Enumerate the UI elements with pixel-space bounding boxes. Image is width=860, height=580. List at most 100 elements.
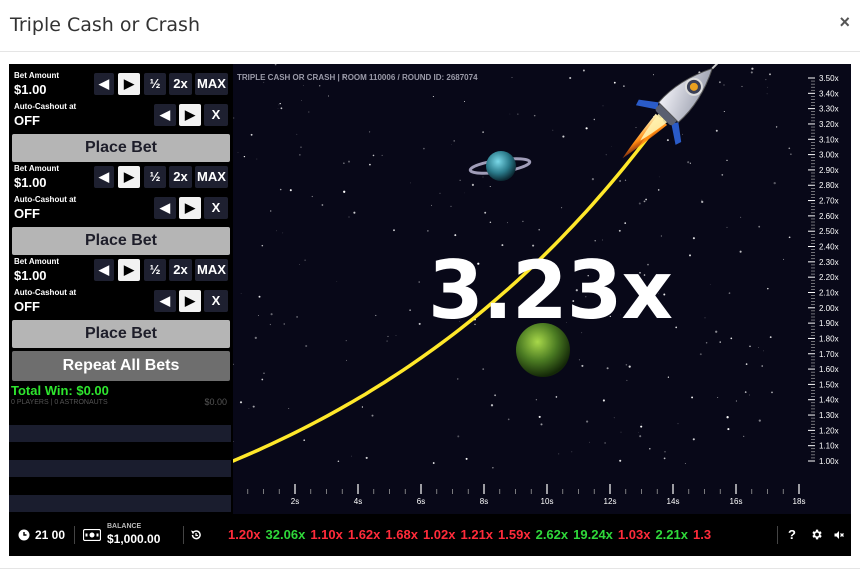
history-multiplier: 2.21x: [655, 527, 688, 542]
y-tick-label: 3.50x: [819, 74, 839, 83]
y-tick-label: 1.60x: [819, 365, 839, 374]
y-tick-label: 2.90x: [819, 166, 839, 175]
auto-cashout-label: Auto-Cashout at: [14, 288, 77, 297]
auto-cashout-value: OFF: [14, 299, 40, 314]
auto-cashout-value: OFF: [14, 113, 40, 128]
x-axis: 2s 4s 6s 8s 10s 12s 14s 16s 18s: [247, 484, 805, 506]
history-multiplier: 1.03x: [617, 527, 651, 542]
room-label: TRIPLE CASH OR CRASH | ROOM 110006 / ROU…: [237, 73, 478, 82]
x-tick-label: 8s: [480, 497, 488, 506]
auto-cashout-row: Auto-Cashout at OFF ◀ ▶ X: [9, 286, 233, 316]
history-multiplier: 1.3: [693, 527, 712, 542]
place-bet-button[interactable]: Place Bet: [12, 320, 230, 348]
history-multiplier: 19.24x: [573, 527, 613, 542]
x-tick-label: 4s: [354, 497, 362, 506]
clear-cashout-button[interactable]: X: [204, 290, 228, 312]
bet-amount-row: Bet Amount $1.00 ◀ ▶ ½ 2x MAX: [9, 69, 233, 99]
history-multiplier: 1.59x: [498, 527, 531, 542]
double-bet-button[interactable]: 2x: [169, 73, 192, 95]
blue-planet: [486, 151, 516, 181]
player-slot: [9, 495, 231, 512]
y-tick-label: 1.80x: [819, 334, 839, 343]
y-tick-label: 1.40x: [819, 396, 839, 405]
y-tick-label: 2.00x: [819, 304, 839, 313]
modal-footer-divider: [0, 568, 860, 569]
bet-amount-label: Bet Amount: [14, 164, 60, 173]
y-tick-label: 1.30x: [819, 411, 839, 420]
history-multiplier: 1.10x: [310, 527, 343, 542]
bet-amount-value: $1.00: [14, 175, 47, 190]
gear-icon[interactable]: [810, 528, 823, 541]
modal-header: Triple Cash or Crash ×: [0, 0, 860, 52]
y-tick-label: 3.10x: [819, 135, 839, 144]
bet-amount-label: Bet Amount: [14, 71, 60, 80]
clear-cashout-button[interactable]: X: [204, 197, 228, 219]
decrease-bet-button[interactable]: ◀: [94, 166, 114, 188]
bet-amount-row: Bet Amount $1.00 ◀ ▶ ½ 2x MAX: [9, 255, 233, 285]
clock-time: 21 00: [35, 528, 66, 542]
half-bet-button[interactable]: ½: [144, 166, 166, 188]
divider: [777, 526, 778, 544]
y-tick-label: 3.20x: [819, 120, 839, 129]
place-bet-button[interactable]: Place Bet: [12, 134, 230, 162]
x-tick-label: 14s: [667, 497, 680, 506]
x-tick-label: 10s: [541, 497, 554, 506]
y-tick-label: 2.30x: [819, 258, 839, 267]
increase-bet-button[interactable]: ▶: [118, 166, 140, 188]
max-bet-button[interactable]: MAX: [195, 166, 228, 188]
clear-cashout-button[interactable]: X: [204, 104, 228, 126]
y-tick-label: 1.20x: [819, 426, 839, 435]
game-modal: Triple Cash or Crash × Bet Amount $1.00 …: [0, 0, 860, 580]
y-tick-label: 2.80x: [819, 181, 839, 190]
half-bet-button[interactable]: ½: [144, 259, 166, 281]
max-bet-button[interactable]: MAX: [195, 73, 228, 95]
auto-cashout-label: Auto-Cashout at: [14, 195, 77, 204]
place-bet-button[interactable]: Place Bet: [12, 227, 230, 255]
players-count: 0 PLAYERS | 0 ASTRONAUTS: [11, 399, 108, 406]
status-bar: 21 00 BALANCE $1,000.00 1.20x 32.06x 1.10x…: [9, 514, 851, 556]
mute-icon[interactable]: [833, 529, 845, 541]
balance-label: BALANCE: [107, 523, 142, 530]
auto-cashout-value: OFF: [14, 206, 40, 221]
player-slot: [9, 425, 231, 442]
rocket-icon: [622, 64, 730, 159]
history-multiplier: 32.06x: [265, 527, 306, 542]
increase-bet-button[interactable]: ▶: [118, 73, 140, 95]
y-tick-label: 2.70x: [819, 197, 839, 206]
x-tick-label: 12s: [604, 497, 617, 506]
bet-amount-value: $1.00: [14, 268, 47, 283]
bet-amount-label: Bet Amount: [14, 257, 60, 266]
y-tick-label: 1.90x: [819, 319, 839, 328]
increase-cashout-button[interactable]: ▶: [179, 197, 201, 219]
double-bet-button[interactable]: 2x: [169, 259, 192, 281]
y-tick-label: 2.50x: [819, 227, 839, 236]
y-tick-label: 3.00x: [819, 151, 839, 160]
increase-bet-button[interactable]: ▶: [118, 259, 140, 281]
increase-cashout-button[interactable]: ▶: [179, 104, 201, 126]
multiplier-history: 1.20x 32.06x 1.10x 1.62x 1.68x 1.02x 1.21x 1.59…: [228, 527, 760, 545]
auto-cashout-row: Auto-Cashout at OFF ◀ ▶ X: [9, 193, 233, 223]
history-multiplier: 1.02x: [422, 527, 456, 542]
history-multiplier: 1.20x: [228, 527, 261, 542]
y-tick-label: 1.50x: [819, 380, 839, 389]
current-multiplier: 3.23x: [428, 244, 673, 337]
half-bet-button[interactable]: ½: [144, 73, 166, 95]
y-tick-label: 1.10x: [819, 442, 839, 451]
history-multiplier: 1.21x: [460, 527, 494, 542]
decrease-bet-button[interactable]: ◀: [94, 73, 114, 95]
increase-cashout-button[interactable]: ▶: [179, 290, 201, 312]
player-slot: [9, 460, 231, 477]
help-button[interactable]: ?: [788, 527, 796, 542]
max-bet-button[interactable]: MAX: [195, 259, 228, 281]
x-tick-label: 16s: [730, 497, 743, 506]
decrease-bet-button[interactable]: ◀: [94, 259, 114, 281]
total-win: Total Win: $0.00: [11, 383, 109, 398]
y-tick-label: 3.30x: [819, 105, 839, 114]
decrease-cashout-button[interactable]: ◀: [154, 104, 176, 126]
decrease-cashout-button[interactable]: ◀: [154, 290, 176, 312]
close-icon[interactable]: ×: [839, 12, 850, 33]
repeat-all-bets-button[interactable]: Repeat All Bets: [12, 351, 230, 381]
decrease-cashout-button[interactable]: ◀: [154, 197, 176, 219]
double-bet-button[interactable]: 2x: [169, 166, 192, 188]
history-icon[interactable]: [190, 529, 202, 541]
